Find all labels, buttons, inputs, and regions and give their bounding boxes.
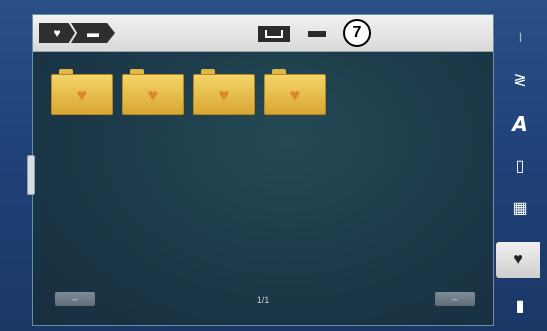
sidebar-item-quilt-stitches[interactable]: ▦	[500, 190, 540, 226]
tray-icon	[265, 30, 283, 38]
stitch-pattern-icon: ⦚	[519, 30, 521, 45]
main-screen: ♥ ▬ 7 ♥ ♥ ♥ ♥ – 1/1 –	[27, 14, 494, 326]
prev-page-button[interactable]: –	[55, 292, 95, 306]
folder-body: ♥	[264, 74, 326, 115]
folder-item[interactable]: ♥	[193, 69, 255, 115]
heart-icon: ♥	[218, 84, 230, 105]
folder-body: ♥	[122, 74, 184, 115]
folder-body: ♥	[51, 74, 113, 115]
alphabet-icon: A	[512, 112, 528, 136]
breadcrumb-folder[interactable]: ▬	[71, 23, 115, 43]
callout-marker: 7	[343, 19, 371, 47]
callout-number: 7	[352, 24, 362, 41]
zigzag-stitch-icon: ≷	[513, 72, 527, 89]
top-bar: ♥ ▬ 7	[33, 15, 493, 52]
sidebar-item-memory[interactable]: ▮	[500, 288, 540, 324]
file-icon: ▮	[515, 298, 525, 315]
right-sidebar: ⦚ ≷ A ▯ ▦ ♥ ▮	[496, 14, 540, 326]
heart-icon: ♥	[53, 26, 61, 40]
side-drawer-handle[interactable]	[27, 155, 35, 195]
folder-item[interactable]: ♥	[264, 69, 326, 115]
page-indicator: 1/1	[256, 295, 270, 305]
quilt-stitch-icon: ▦	[512, 200, 528, 217]
folder-item[interactable]: ♥	[122, 69, 184, 115]
heart-icon: ♥	[147, 84, 159, 105]
minus-icon[interactable]	[308, 31, 326, 37]
sidebar-item-practical-stitches[interactable]: ⦚	[500, 20, 540, 56]
folder-icon: ▬	[87, 26, 99, 40]
sidebar-item-buttonholes[interactable]: ▯	[500, 148, 540, 184]
next-page-button[interactable]: –	[435, 292, 475, 306]
heart-icon: ♥	[76, 84, 88, 105]
next-page-label: –	[452, 294, 458, 304]
folder-body: ♥	[193, 74, 255, 115]
prev-page-label: –	[72, 294, 78, 304]
device-frame: ♥ ▬ 7 ♥ ♥ ♥ ♥ – 1/1 – ⦚ ≷ A ▯ ▦ ♥ ▮	[0, 0, 547, 331]
sidebar-item-decorative-stitches[interactable]: ≷	[500, 62, 540, 98]
folder-item[interactable]: ♥	[51, 69, 113, 115]
sidebar-item-personal-program[interactable]: ♥	[496, 242, 540, 278]
heart-icon: ♥	[289, 84, 301, 105]
breadcrumb-home[interactable]: ♥	[39, 23, 75, 43]
view-toggle-button[interactable]	[258, 26, 290, 42]
buttonhole-icon: ▯	[515, 158, 525, 175]
heart-icon: ♥	[513, 251, 523, 268]
sidebar-item-alphabets[interactable]: A	[500, 106, 540, 142]
